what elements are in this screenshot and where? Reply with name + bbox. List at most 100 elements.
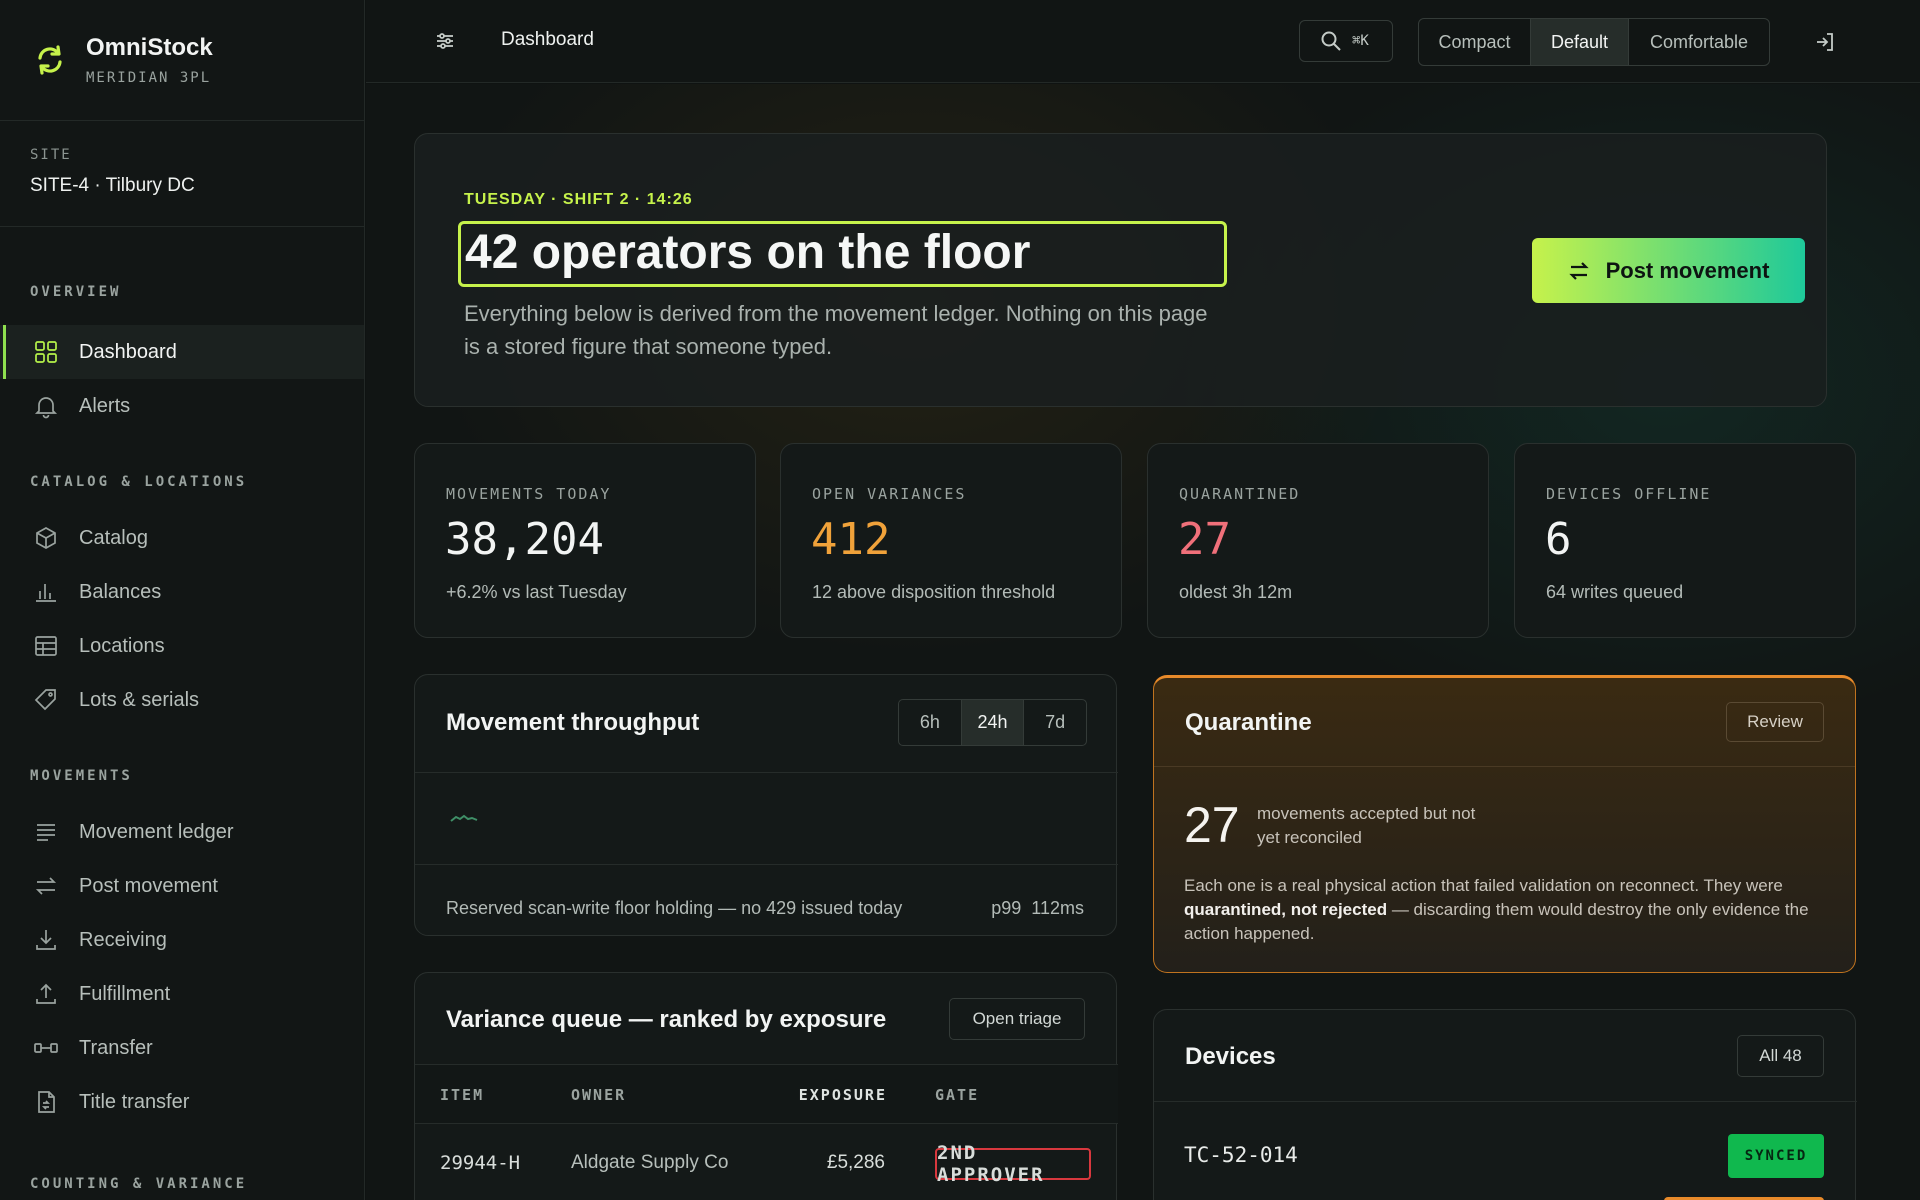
hero-description: Everything below is derived from the mov…	[464, 301, 1208, 359]
sidebar-item-label: Title transfer	[79, 1090, 190, 1113]
variance-card: Variance queue — ranked by exposure Open…	[414, 972, 1118, 1200]
stat-value: 27	[1178, 514, 1231, 565]
sidebar-item-label: Movement ledger	[79, 820, 234, 843]
stat-quarantined: QUARANTINED 27 oldest 3h 12m	[1147, 443, 1489, 638]
sidebar-item-label: Transfer	[79, 1036, 153, 1059]
document-icon	[38, 1091, 55, 1113]
stat-label: DEVICES OFFLINE	[1546, 485, 1712, 503]
brand[interactable]: OmniStock MERIDIAN 3PL	[0, 0, 364, 121]
sidebar-item-catalog[interactable]: Catalog	[0, 511, 364, 565]
quarantine-count-text: movements accepted but not yet reconcile…	[1257, 804, 1476, 847]
site-label: SITE	[30, 147, 72, 163]
sidebar: OmniStock MERIDIAN 3PL SITE SITE-4 · Til…	[0, 0, 365, 1200]
sidebar-item-balances[interactable]: Balances	[0, 565, 364, 619]
review-button[interactable]: Review	[1726, 702, 1824, 742]
sidebar-item-locations[interactable]: Locations	[0, 619, 364, 673]
density-compact[interactable]: Compact	[1419, 19, 1531, 65]
open-triage-button[interactable]: Open triage	[949, 998, 1085, 1040]
sidebar-item-label: Fulfillment	[79, 982, 171, 1005]
divider	[415, 864, 1118, 865]
stat-label: OPEN VARIANCES	[812, 485, 967, 503]
quarantine-card: Quarantine Review 27 movements accepted …	[1153, 675, 1856, 973]
column-exposure[interactable]: EXPOSURE	[799, 1086, 887, 1104]
density-toggle: Compact Default Comfortable	[1418, 18, 1770, 66]
post-movement-label: Post movement	[1605, 257, 1770, 283]
devices-card: Devices All 48 TC-52-014 SYNCED	[1153, 1009, 1857, 1200]
sidebar-item-lots-serials[interactable]: Lots & serials	[0, 673, 364, 727]
brand-subtitle: MERIDIAN 3PL	[86, 70, 212, 86]
hero-title: 42 operators on the floor	[458, 221, 1227, 287]
p99-value: 112ms	[1031, 898, 1084, 918]
range-6h[interactable]: 6h	[899, 700, 962, 745]
box-icon	[36, 527, 56, 549]
sidebar-item-label: Catalog	[79, 526, 148, 549]
search-button[interactable]: ⌘K	[1299, 20, 1393, 62]
p99-label: p99	[991, 898, 1022, 918]
site-value: SITE-4 · Tilbury DC	[30, 175, 195, 196]
sidebar-item-label: Balances	[79, 580, 162, 603]
sliders-icon[interactable]	[433, 29, 457, 53]
all-devices-button[interactable]: All 48	[1737, 1035, 1824, 1077]
range-24h[interactable]: 24h	[961, 700, 1025, 745]
post-movement-button[interactable]: Post movement	[1532, 238, 1805, 303]
throughput-sparkline	[450, 814, 478, 822]
quarantine-count: 27	[1184, 797, 1240, 853]
bar-chart-icon	[36, 584, 56, 602]
nav-section-catalog: CATALOG & LOCATIONS	[30, 474, 248, 490]
sidebar-item-movement-ledger[interactable]: Movement ledger	[0, 805, 364, 859]
density-default[interactable]: Default	[1531, 19, 1629, 65]
sidebar-item-dashboard[interactable]: Dashboard	[0, 325, 364, 379]
devices-title: Devices	[1185, 1043, 1276, 1070]
quarantine-title: Quarantine	[1185, 709, 1312, 736]
stat-devices-offline: DEVICES OFFLINE 6 64 writes queued	[1514, 443, 1856, 638]
sidebar-item-label: Dashboard	[79, 340, 177, 363]
gate-badge: 2ND APPROVER	[935, 1142, 1091, 1186]
stat-open-variances: OPEN VARIANCES 412 12 above disposition …	[780, 443, 1122, 638]
sidebar-item-transfer[interactable]: Transfer	[0, 1021, 364, 1075]
throughput-card: Movement throughput 6h 24h 7d Reserved s…	[414, 674, 1118, 936]
sidebar-item-label: Alerts	[79, 394, 131, 417]
nav-section-overview: OVERVIEW	[30, 284, 122, 300]
stat-note: oldest 3h 12m	[1179, 582, 1293, 602]
sidebar-item-alerts[interactable]: Alerts	[0, 379, 364, 433]
transfer-icon	[34, 1043, 58, 1053]
sidebar-item-post-movement[interactable]: Post movement	[0, 859, 364, 913]
stat-note: 64 writes queued	[1546, 582, 1684, 602]
table-icon	[35, 636, 57, 656]
column-owner[interactable]: OWNER	[571, 1086, 626, 1104]
site-selector[interactable]: SITE SITE-4 · Tilbury DC	[0, 121, 364, 227]
range-7d[interactable]: 7d	[1024, 700, 1086, 745]
grid-icon	[35, 341, 57, 363]
column-item[interactable]: ITEM	[440, 1086, 484, 1104]
row-item: 29944-H	[440, 1152, 521, 1174]
device-id[interactable]: TC-52-014	[1184, 1143, 1298, 1167]
stat-note: 12 above disposition threshold	[812, 582, 1056, 602]
search-shortcut: ⌘K	[1352, 33, 1369, 49]
search-icon	[1321, 31, 1341, 51]
sidebar-item-label: Post movement	[79, 874, 218, 897]
density-comfortable[interactable]: Comfortable	[1629, 19, 1769, 65]
row-owner: Aldgate Supply Co	[571, 1152, 729, 1173]
throughput-title: Movement throughput	[446, 709, 700, 736]
sync-logo-icon	[38, 45, 62, 75]
bell-icon	[34, 397, 58, 419]
swap-icon	[1568, 261, 1589, 280]
throughput-p99: p99 112ms	[991, 898, 1084, 919]
stat-note: +6.2% vs last Tuesday	[446, 582, 627, 602]
sidebar-item-title-transfer[interactable]: Title transfer	[0, 1075, 364, 1129]
stat-movements-today: MOVEMENTS TODAY 38,204 +6.2% vs last Tue…	[414, 443, 756, 638]
stat-label: QUARANTINED	[1179, 485, 1301, 503]
sidebar-item-fulfillment[interactable]: Fulfillment	[0, 967, 364, 1021]
sidebar-item-label: Receiving	[79, 928, 167, 951]
stat-value: 38,204	[445, 514, 604, 565]
sign-out-icon[interactable]	[1813, 30, 1837, 54]
divider	[1154, 766, 1855, 767]
quarantine-body-text: Each one is a real physical action that …	[1184, 876, 1783, 895]
sidebar-item-receiving[interactable]: Receiving	[0, 913, 364, 967]
table-header: ITEM OWNER EXPOSURE GATE	[415, 1064, 1118, 1124]
variance-title: Variance queue — ranked by exposure	[446, 1006, 887, 1033]
divider	[1154, 1101, 1857, 1102]
column-gate[interactable]: GATE	[935, 1086, 979, 1104]
page-title: Dashboard	[501, 29, 594, 50]
main-content: TUESDAY · SHIFT 2 · 14:26 42 operators o…	[366, 84, 1920, 1200]
